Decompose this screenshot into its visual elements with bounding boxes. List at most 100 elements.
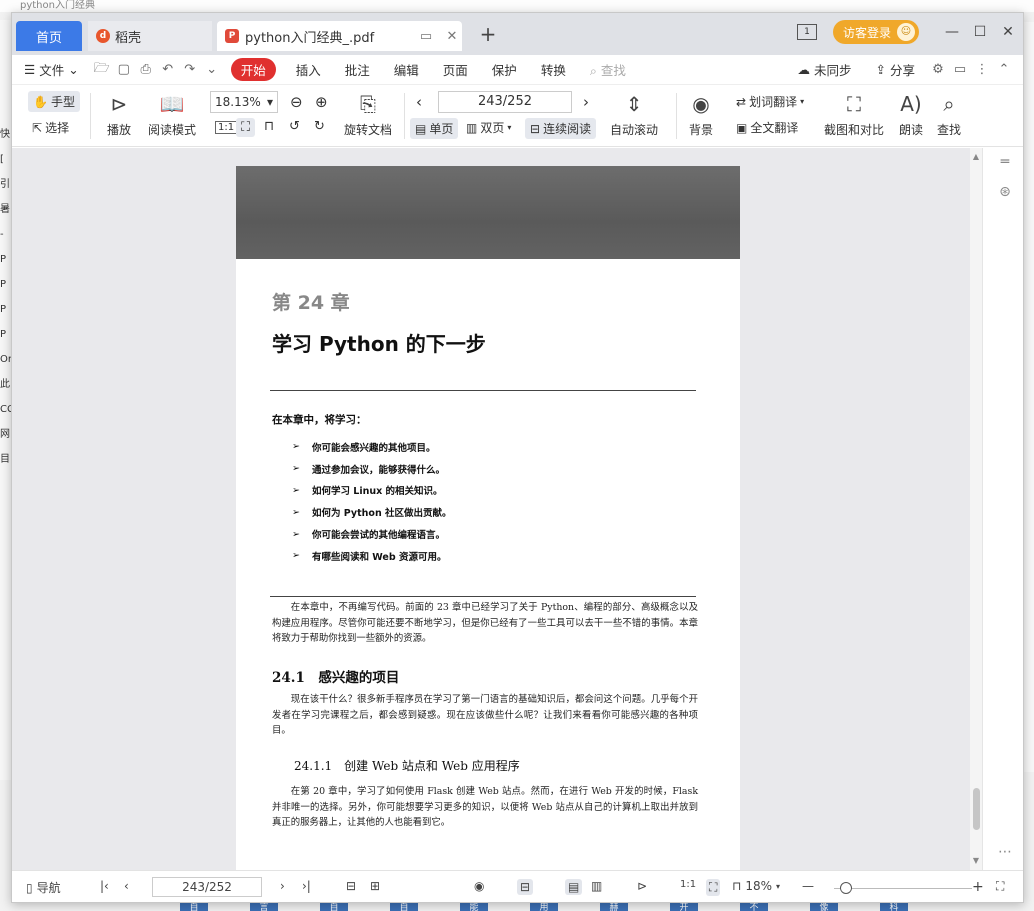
share-button[interactable]: ⇪ 分享 [864,60,928,79]
save-icon[interactable]: ▢ [113,62,135,77]
print-icon[interactable]: ⎙ [135,62,157,77]
prev-page-icon[interactable]: ‹ [416,93,422,111]
word-translate-label: 划词翻译 [749,95,798,109]
more-icon[interactable]: ⋮ [971,62,993,77]
select-tool-button[interactable]: ⇱ 选择 [32,119,69,136]
background-bottom-letter: 自 [180,903,208,911]
zoom-out-icon[interactable]: ⊖ [290,93,303,111]
more-quick-icon[interactable]: ⌄ [201,62,223,77]
close-window-icon[interactable]: ✕ [995,24,1021,40]
next-page-icon[interactable]: › [280,879,285,893]
menu-tab[interactable]: 批注 [333,60,382,79]
ai-search-icon[interactable]: ⊛ [995,184,1015,200]
screenshot-label: 截图和对比 [824,123,885,137]
rotate-document-button[interactable]: ⎘ 旋转文档 [344,91,392,138]
scroll-up-icon[interactable]: ▲ [970,152,982,161]
double-page-button[interactable]: ▥ 双页 ▾ [466,119,511,136]
menu-search[interactable]: ⌕ 查找 [578,60,638,79]
actual-size-icon[interactable]: 1:1 [215,121,238,134]
fullscreen-icon[interactable]: ⛶ [996,879,1004,894]
scroll-thumb[interactable] [973,788,980,830]
vertical-scrollbar[interactable]: ▲ ▼ [970,148,982,870]
screenshot-compare-button[interactable]: ⛶ 截图和对比 [824,91,884,138]
zoom-select[interactable]: 18.13% ▾ [210,91,278,113]
zoom-in-button[interactable]: + [972,879,984,895]
navigation-toggle[interactable]: ▯ 导航 [26,879,61,896]
comment-icon[interactable]: ▭ [949,62,971,77]
fit-page-icon[interactable]: ⛶ [706,879,721,896]
panel-menu-icon[interactable]: ═ [995,154,1015,170]
minimize-icon[interactable]: — [939,24,965,40]
page-input[interactable]: 243/252 [438,91,572,113]
panel-more-icon[interactable]: ⋯ [995,844,1015,860]
zoom-out-button[interactable]: — [802,879,814,893]
word-translate-button[interactable]: ⇄ 划词翻译 ▾ [736,93,804,110]
panel-icon: ▯ [26,880,33,895]
continuous-read-button[interactable]: ⊟ 连续阅读 [525,118,597,139]
rotate-right-icon[interactable]: ↻ [314,119,325,134]
zoom-select[interactable]: ⊓ 18% ▾ [732,879,780,893]
menu-tab[interactable]: 页面 [431,60,480,79]
menu-tab[interactable]: 开始 [230,58,276,81]
first-page-icon[interactable]: |‹ [100,879,109,893]
collapse-ribbon-icon[interactable]: ⌃ [993,62,1015,77]
list-item: ➢ 如何学习 Linux 的相关知识。 [292,480,692,502]
read-aloud-button[interactable]: A) 朗读 [898,91,924,138]
prev-page-icon[interactable]: ‹ [124,879,129,893]
bullet-arrow-icon: ➢ [292,528,300,540]
tab-daoke[interactable]: d 稻壳 [88,21,212,51]
continuous-icon[interactable]: ⊟ [517,879,534,895]
full-translate-button[interactable]: ▣ 全文翻译 [736,119,798,136]
last-page-icon[interactable]: ›| [302,879,311,893]
tab-home[interactable]: 首页 [16,21,82,51]
scroll-down-icon[interactable]: ▼ [970,856,982,865]
background-letter: P [0,279,7,290]
tab-pdf-document[interactable]: P python入门经典_.pdf ▭ ✕ [217,21,462,51]
background-bottom-letter: 用 [530,903,558,911]
single-page-icon[interactable]: ▤ [565,879,583,895]
restore-tab-icon[interactable]: ▭ [416,29,436,44]
window-count-icon[interactable]: 1 [796,24,817,40]
redo-icon[interactable]: ↷ [179,62,201,77]
rotate-left-icon[interactable]: ↺ [289,119,300,134]
background-bottom-letter: 能 [460,903,488,911]
menu-tab[interactable]: 保护 [480,60,529,79]
actual-size-icon[interactable]: 1:1 [680,879,696,890]
read-mode-button[interactable]: 📖 阅读模式 [148,91,196,138]
auto-scroll-button[interactable]: ⇕ 自动滚动 [610,91,658,138]
find-button[interactable]: ⌕ 查找 [936,91,962,138]
menu-tab[interactable]: 编辑 [382,60,431,79]
menu-tab[interactable]: 插入 [284,60,333,79]
fit-width-icon[interactable]: ⊓ [264,119,274,134]
maximize-icon[interactable]: ☐ [967,24,993,40]
open-folder-icon[interactable]: 🗁 [91,59,113,81]
file-menu[interactable]: ☰ 文件 ⌄ [12,60,91,79]
back-icon[interactable]: ⊟ [346,879,356,893]
zoom-in-icon[interactable]: ⊕ [315,93,328,111]
chevron-down-icon: ▾ [800,97,805,106]
close-tab-icon[interactable]: ✕ [442,29,462,44]
fit-page-icon[interactable]: ⛶ [236,118,256,137]
screenshot-icon: ⛶ [847,92,861,116]
background-bottom-letter: 言 [250,903,278,911]
single-page-button[interactable]: ▤ 单页 [410,118,459,139]
menu-tab[interactable]: 转换 [529,60,578,79]
zoom-slider[interactable] [834,882,972,894]
eye-icon[interactable]: ◉ [474,879,484,893]
hand-tool-button[interactable]: ✋ 手型 [28,91,80,112]
document-viewport[interactable]: 第 24 章 学习 Python 的下一步 在本章中，将学习： ➢ 你可能会感兴趣… [12,148,970,870]
background-button[interactable]: ◉ 背景 [688,91,714,138]
next-page-icon[interactable]: › [583,93,589,111]
guest-login-button[interactable]: 访客登录 ☺ [832,20,919,44]
forward-icon[interactable]: ⊞ [370,879,380,893]
play-button[interactable]: ⊳ 播放 [106,91,132,138]
settings-icon[interactable]: ⚙ [927,62,949,77]
play-icon[interactable]: ⊳ [637,879,647,893]
zoom-slider-knob[interactable] [840,882,852,894]
undo-icon[interactable]: ↶ [157,62,179,77]
tab-pdf-label: python入门经典_.pdf [245,30,375,46]
add-tab-button[interactable]: + [476,23,500,47]
double-page-icon[interactable]: ▥ [591,879,602,893]
status-page-input[interactable]: 243/252 [152,877,262,897]
sync-status[interactable]: ☁ 未同步 [785,60,863,79]
